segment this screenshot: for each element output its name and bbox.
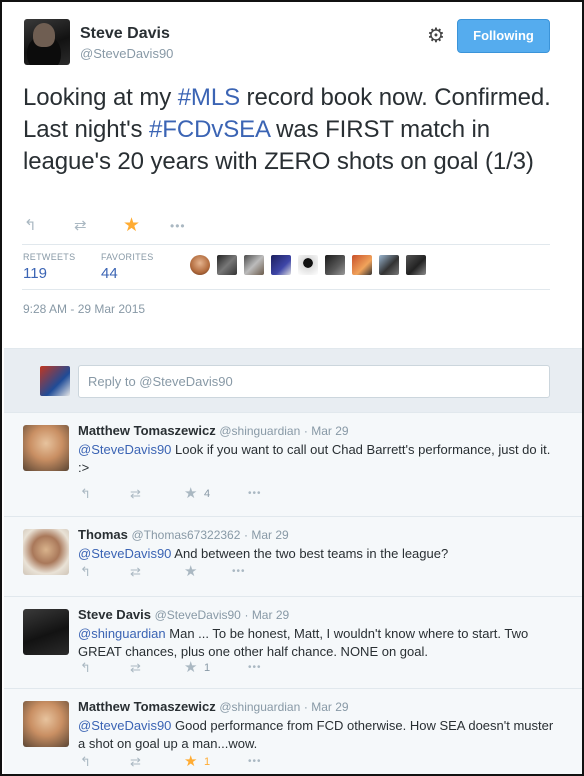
retweet-icon[interactable]: ⇄ — [130, 753, 141, 771]
author-handle[interactable]: @SteveDavis90 — [80, 46, 173, 61]
favoriter-avatar[interactable] — [190, 255, 210, 275]
gear-icon[interactable]: ⚙ — [425, 25, 447, 47]
star-icon[interactable]: ★ — [184, 485, 197, 503]
reply-icon[interactable]: ↰ — [80, 485, 91, 503]
reply-item[interactable]: Matthew Tomaszewicz @shinguardian · Mar … — [4, 689, 582, 774]
reply-text: @SteveDavis90 Look if you want to call o… — [78, 441, 558, 477]
reply-author-handle[interactable]: @SteveDavis90 — [155, 608, 241, 622]
reply-author-handle[interactable]: @Thomas67322362 — [131, 528, 240, 542]
reply-meta: Matthew Tomaszewicz @shinguardian · Mar … — [78, 423, 349, 438]
reply-meta: Matthew Tomaszewicz @shinguardian · Mar … — [78, 699, 349, 714]
mention-link[interactable]: @SteveDavis90 — [78, 442, 171, 457]
hashtag-link[interactable]: #MLS — [178, 84, 240, 111]
more-icon[interactable]: ••• — [170, 214, 186, 238]
reply-meta: Thomas @Thomas67322362 · Mar 29 — [78, 527, 289, 542]
more-icon[interactable]: ••• — [248, 753, 262, 771]
favoriter-avatar[interactable] — [298, 255, 318, 275]
favorites-label: FAVORITES — [101, 252, 154, 262]
following-button[interactable]: Following — [457, 19, 550, 53]
retweets-label: RETWEETS — [23, 252, 76, 262]
tweet-timestamp[interactable]: 9:28 AM - 29 Mar 2015 — [23, 302, 145, 316]
reply-time[interactable]: · Mar 29 — [304, 700, 349, 714]
reply-author-handle[interactable]: @shinguardian — [219, 700, 300, 714]
tweet-window: Steve Davis @SteveDavis90 ⚙ Following Lo… — [0, 0, 584, 776]
mention-link[interactable]: @SteveDavis90 — [78, 718, 171, 733]
reply-text: @shinguardian Man ... To be honest, Matt… — [78, 625, 558, 661]
reply-text: @SteveDavis90 And between the two best t… — [78, 545, 558, 563]
current-user-avatar — [40, 366, 70, 396]
favoriter-avatar[interactable] — [379, 255, 399, 275]
more-icon[interactable]: ••• — [232, 563, 246, 581]
reply-item[interactable]: Steve Davis @SteveDavis90 · Mar 29 @shin… — [4, 597, 582, 689]
reply-avatar[interactable] — [23, 529, 69, 575]
retweets-count[interactable]: 119 — [23, 265, 47, 282]
reply-author-handle[interactable]: @shinguardian — [219, 424, 300, 438]
hashtag-link[interactable]: #FCDvSEA — [149, 116, 270, 143]
star-icon[interactable]: ★ — [184, 563, 197, 581]
reply-avatar[interactable] — [23, 701, 69, 747]
reply-text: @SteveDavis90 Good performance from FCD … — [78, 717, 558, 753]
favoriter-avatar[interactable] — [352, 255, 372, 275]
reply-icon[interactable]: ↰ — [80, 659, 91, 677]
favoriter-avatar[interactable] — [244, 255, 264, 275]
reply-time[interactable]: · Mar 29 — [244, 608, 289, 622]
reply-icon[interactable]: ↰ — [80, 563, 91, 581]
favorite-count: 1 — [204, 756, 211, 768]
reply-meta: Steve Davis @SteveDavis90 · Mar 29 — [78, 607, 289, 622]
divider — [22, 289, 550, 290]
favoriter-avatar[interactable] — [406, 255, 426, 275]
reply-body: And between the two best teams in the le… — [171, 546, 449, 561]
reply-author-name[interactable]: Thomas — [78, 527, 128, 542]
divider — [22, 244, 550, 245]
reply-time[interactable]: · Mar 29 — [304, 424, 349, 438]
retweet-icon[interactable]: ⇄ — [130, 485, 141, 503]
replies-section: Reply to @SteveDavis90 Matthew Tomaszewi… — [4, 348, 582, 774]
reply-item[interactable]: Matthew Tomaszewicz @shinguardian · Mar … — [4, 413, 582, 517]
more-icon[interactable]: ••• — [248, 659, 262, 677]
reply-item[interactable]: Thomas @Thomas67322362 · Mar 29 @SteveDa… — [4, 517, 582, 597]
author-avatar[interactable] — [24, 19, 70, 65]
star-icon[interactable]: ★ — [123, 214, 140, 238]
favorites-count[interactable]: 44 — [101, 265, 118, 282]
reply-author-name[interactable]: Matthew Tomaszewicz — [78, 423, 216, 438]
reply-time[interactable]: · Mar 29 — [244, 528, 289, 542]
favorite-count: 4 — [204, 488, 211, 500]
reply-avatar[interactable] — [23, 609, 69, 655]
reply-icon[interactable]: ↰ — [80, 753, 91, 771]
tweet-text-part: Looking at my — [23, 84, 178, 111]
reply-box: Reply to @SteveDavis90 — [4, 349, 582, 413]
author-name[interactable]: Steve Davis — [80, 25, 170, 43]
more-icon[interactable]: ••• — [248, 485, 262, 503]
star-icon[interactable]: ★ — [184, 659, 197, 677]
tweet-header: Steve Davis @SteveDavis90 ⚙ Following — [22, 19, 568, 69]
reply-icon[interactable]: ↰ — [24, 214, 37, 238]
favoriter-avatar[interactable] — [217, 255, 237, 275]
mention-link[interactable]: @shinguardian — [78, 626, 166, 641]
star-icon[interactable]: ★ — [184, 753, 197, 771]
tweet-text: Looking at my #MLS record book now. Conf… — [23, 82, 563, 178]
retweet-icon[interactable]: ⇄ — [74, 214, 87, 238]
favoriter-avatar[interactable] — [271, 255, 291, 275]
favorite-count: 1 — [204, 662, 211, 674]
reply-input[interactable]: Reply to @SteveDavis90 — [78, 365, 550, 398]
retweet-icon[interactable]: ⇄ — [130, 659, 141, 677]
reply-author-name[interactable]: Steve Davis — [78, 607, 151, 622]
mention-link[interactable]: @SteveDavis90 — [78, 546, 171, 561]
reply-avatar[interactable] — [23, 425, 69, 471]
retweet-icon[interactable]: ⇄ — [130, 563, 141, 581]
favoriter-avatar[interactable] — [325, 255, 345, 275]
reply-author-name[interactable]: Matthew Tomaszewicz — [78, 699, 216, 714]
